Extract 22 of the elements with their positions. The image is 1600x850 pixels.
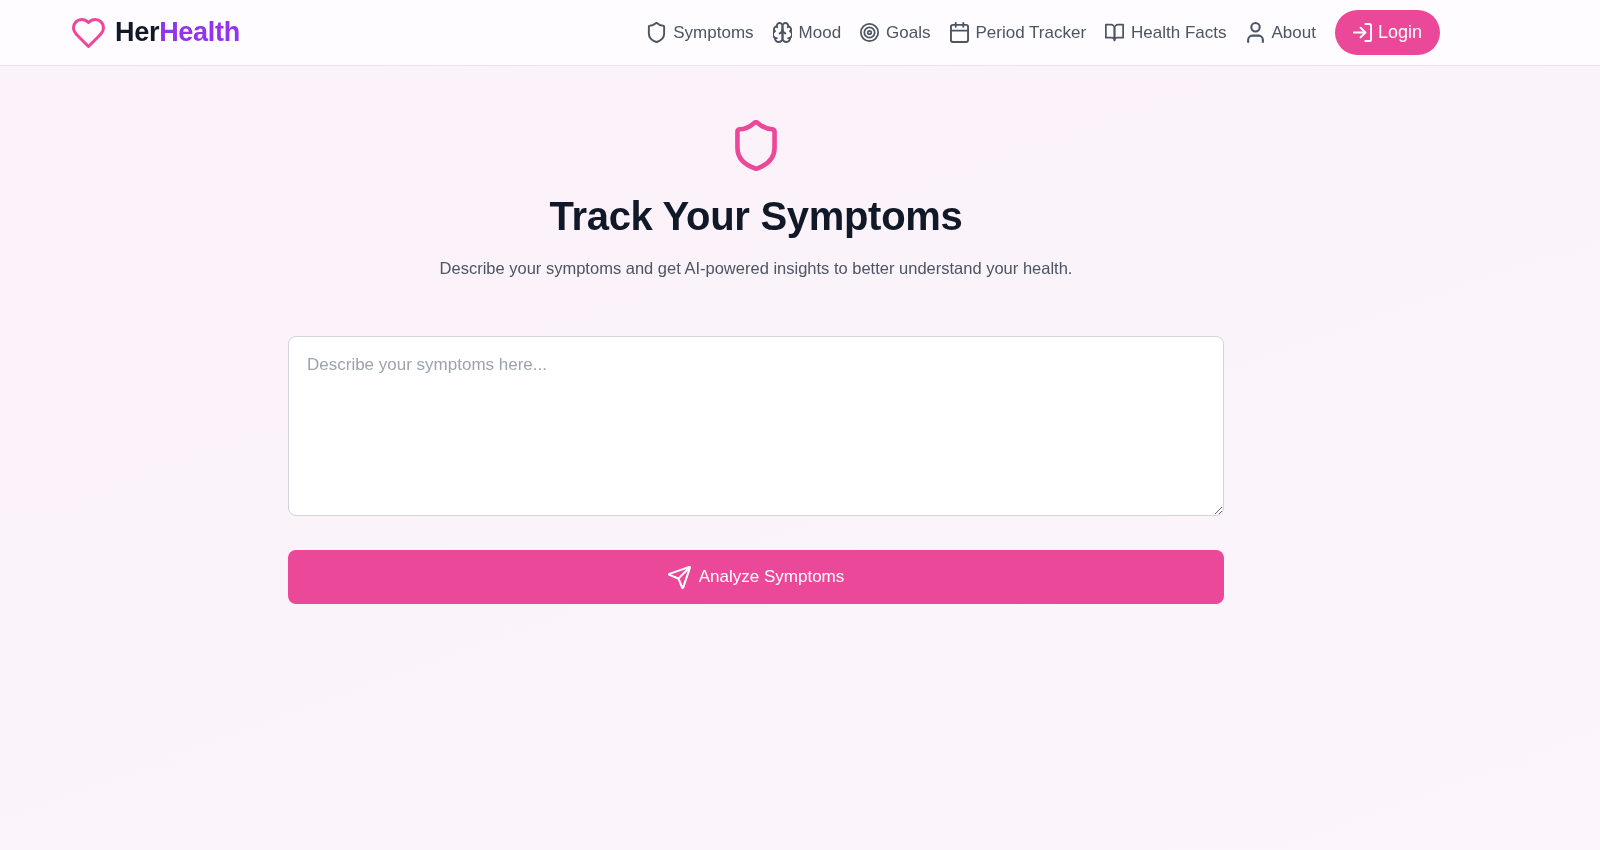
shield-icon [735,120,777,171]
brain-icon [772,22,792,43]
page-title: Track Your Symptoms [549,193,963,240]
user-icon [1245,22,1265,43]
page-subtitle: Describe your symptoms and get AI-powered insights to better understand your health. [439,258,1073,279]
nav-link[interactable]: Period Tracker [949,22,1087,43]
paper-plane-icon [667,565,691,589]
logo-text[interactable]: HerHealth [115,17,240,48]
symptoms-input-field[interactable]: Describe your symptoms here... [288,336,1224,516]
open-book-icon [1105,22,1125,43]
heart-icon [72,17,105,48]
target-icon [860,22,880,43]
analyze-button[interactable]: Analyze Symptoms [288,550,1224,604]
shield-icon [647,22,667,43]
login-button[interactable]: Login [1334,10,1440,55]
nav-link[interactable]: Health Facts [1105,22,1227,43]
nav-link[interactable]: Mood [772,22,842,43]
nav-link[interactable]: Goals [860,22,931,43]
calendar-icon [949,22,969,43]
login-icon [1352,23,1372,42]
nav-link[interactable]: Symptoms [647,22,754,43]
nav-link[interactable]: About [1245,22,1316,43]
